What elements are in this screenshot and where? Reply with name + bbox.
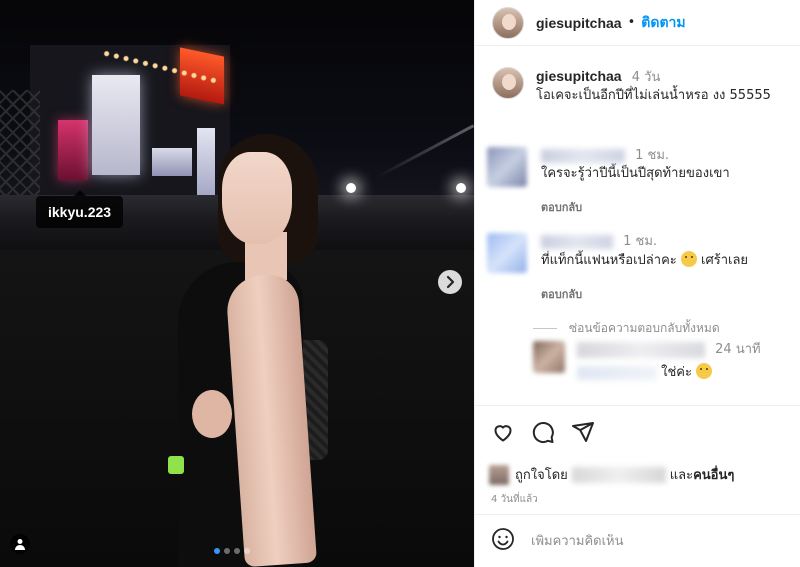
person-bracelet — [168, 456, 184, 474]
reply-time[interactable]: 24 นาที — [715, 342, 760, 357]
commenter-avatar[interactable] — [487, 147, 527, 187]
commenter-username-blurred[interactable] — [541, 234, 613, 249]
add-comment-bar — [475, 514, 800, 567]
liked-by-middle: และ — [669, 468, 694, 483]
replier-avatar[interactable] — [533, 341, 565, 373]
commenter-username-blurred[interactable] — [541, 148, 625, 163]
next-photo-button[interactable] — [438, 270, 462, 294]
post-timestamp[interactable]: 4 วันที่แล้ว — [491, 492, 538, 507]
comment-item: 1 ชม. ที่แท็กนี้แฟนหรือเปล่าคะ เศร้าเลย … — [487, 233, 748, 304]
user-tag[interactable]: ikkyu.223 — [36, 190, 124, 228]
post-detail-panel: giesupitchaa • ติดตาม giesupitchaa 4 วัน… — [474, 0, 800, 567]
comment-text-part: ที่แท็กนี้แฟนหรือเปล่าคะ — [541, 253, 677, 268]
emoji-picker-icon[interactable] — [491, 527, 515, 555]
tagged-users-button[interactable] — [10, 534, 30, 554]
carousel-dot — [214, 548, 220, 554]
add-comment-input[interactable] — [531, 533, 771, 549]
reply-text: ใช่ค่ะ — [661, 365, 692, 380]
stage-light-pink — [58, 120, 88, 180]
comment-time[interactable]: 1 ชม. — [635, 148, 669, 163]
post-photo[interactable]: ikkyu.223 — [0, 0, 474, 567]
spotlight — [346, 183, 356, 193]
reply-button[interactable]: ตอบกลับ — [541, 199, 730, 217]
carousel-dot — [234, 548, 240, 554]
reply-button[interactable]: ตอบกลับ — [541, 286, 748, 304]
person-waist — [192, 390, 232, 438]
follow-button[interactable]: ติดตาม — [641, 12, 685, 34]
post-header: giesupitchaa • ติดตาม — [475, 0, 800, 46]
commenter-avatar[interactable] — [487, 233, 527, 273]
comment-text: ที่แท็กนี้แฟนหรือเปล่าคะ เศร้าเลย — [541, 251, 748, 270]
liked-by-others[interactable]: คนอื่นๆ — [693, 464, 734, 485]
comment-text-part: เศร้าเลย — [701, 253, 749, 268]
share-icon[interactable] — [571, 420, 595, 444]
post-caption: giesupitchaa 4 วัน โอเคจะเป็นอีกปีที่ไม่… — [492, 67, 771, 105]
comments-list[interactable]: giesupitchaa 4 วัน โอเคจะเป็นอีกปีที่ไม่… — [475, 47, 800, 405]
replier-username-blurred[interactable] — [577, 341, 705, 358]
chevron-right-icon — [446, 275, 455, 289]
spotlight — [456, 183, 466, 193]
sad-face-emoji-icon — [696, 363, 713, 379]
carousel-dot — [224, 548, 230, 554]
hide-replies-label: ซ่อนข้อความตอบกลับทั้งหมด — [569, 321, 720, 335]
reply-item: 24 นาที ใช่ค่ะ — [533, 341, 761, 382]
comment-icon[interactable] — [531, 420, 555, 444]
sad-face-emoji-icon — [680, 251, 697, 267]
liked-by-prefix: ถูกใจโดย — [515, 468, 568, 483]
person-face — [222, 152, 292, 244]
stage-screen-left — [92, 75, 140, 175]
carousel-dot — [244, 548, 250, 554]
separator-dot: • — [627, 15, 636, 30]
stage-screen-right — [197, 128, 215, 198]
hide-replies-toggle[interactable]: ซ่อนข้อความตอบกลับทั้งหมด — [533, 319, 720, 338]
heart-icon[interactable] — [491, 420, 515, 444]
carousel-indicator — [214, 548, 250, 554]
user-icon — [15, 539, 25, 550]
comment-time[interactable]: 1 ชม. — [623, 234, 657, 249]
liked-by[interactable]: ถูกใจโดย และ คนอื่นๆ — [489, 464, 734, 485]
comment-item: 1 ชม. ใครจะรู้ว่าปีนี้เป็นปีสุดท้ายของเข… — [487, 147, 730, 217]
liker-username-blurred[interactable] — [571, 466, 666, 483]
post-actions: ถูกใจโดย และ คนอื่นๆ 4 วันที่แล้ว — [475, 405, 800, 513]
divider-line — [533, 328, 557, 329]
author-avatar[interactable] — [492, 6, 524, 39]
author-username[interactable]: giesupitchaa — [536, 15, 622, 31]
liker-avatar[interactable] — [489, 464, 509, 485]
comment-text: ใครจะรู้ว่าปีนี้เป็นปีสุดท้ายของเขา — [541, 166, 730, 181]
caption-text: โอเคจะเป็นอีกปีที่ไม่เล่นน้ำหรอ งง 55555 — [536, 88, 771, 103]
reply-mention-blurred[interactable] — [577, 365, 657, 380]
caption-username[interactable]: giesupitchaa — [536, 68, 622, 84]
stage-screen-center — [152, 148, 192, 176]
author-avatar[interactable] — [492, 67, 524, 99]
caption-time[interactable]: 4 วัน — [632, 70, 661, 85]
